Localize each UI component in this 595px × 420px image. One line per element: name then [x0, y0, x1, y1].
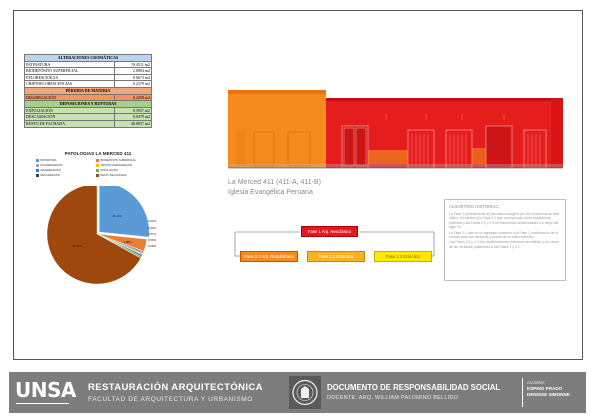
algorithm-paragraph: Las Fases 2.2 y 2.3 son modificaciones e…: [449, 240, 560, 249]
course-title: RESTAURACIÓN ARQUITECTÓNICA: [88, 382, 263, 393]
algorithm-title: ALGORITMO HISTÓRICO: [449, 204, 499, 209]
document-sheet: ALTERACIONES CROMÁTICAS PATINATURA 19.451…: [0, 0, 595, 420]
docente-name: DOCENTE: ARQ. WILLIAM PALOMINO BELLIDO: [327, 395, 459, 401]
document-title: DOCUMENTO DE RESPONSABILIDAD SOCIAL: [327, 383, 501, 392]
phase-box-fase-2-3: Fase 2.3 Ecléctico: [374, 251, 432, 262]
title-block-footer: UNSA RESTAURACIÓN ARQUITECTÓNICA FACULTA…: [9, 372, 586, 413]
alumna-name: ESPINO PRADO DENISSE SIMONNE: [527, 386, 570, 397]
phase-box-fase-1: Fase 1 Arq. Neoclásico: [301, 226, 358, 237]
algorithm-paragraph: La Fase 1 perteneciente al Neoclásico su…: [449, 212, 560, 230]
logo-underline: [16, 403, 69, 404]
university-emblem-icon: [289, 376, 321, 409]
unsa-logo: UNSA: [15, 378, 76, 402]
phase-box-fase-2-1: Fase 2.1 Arq. Republicana: [240, 251, 298, 262]
footer-divider: [522, 378, 523, 407]
faculty-name: FACULTAD DE ARQUITECTURA Y URBANISMO: [88, 396, 253, 403]
algorithm-paragraph: La Fase 2.1 que es un agregado posterior…: [449, 230, 559, 240]
alumna-label: ALUMNA:: [527, 380, 546, 385]
historical-algorithm-box: ALGORITMO HISTÓRICO La Fase 1 pertenecie…: [444, 199, 566, 281]
phase-box-fase-2-2: Fase 2.2 Ecléctica: [307, 251, 365, 262]
